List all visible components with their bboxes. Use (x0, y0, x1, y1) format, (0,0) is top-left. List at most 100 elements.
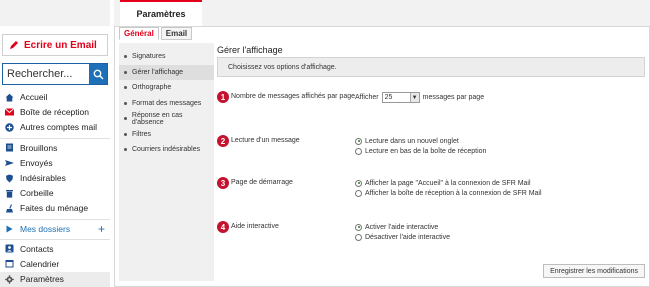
tab-parametres[interactable]: Paramètres (120, 0, 202, 26)
main-area: Paramètres Général Email Signatures Gére… (114, 0, 650, 287)
radio-label: Lecture en bas de la boîte de réception (365, 147, 487, 155)
add-folder-button[interactable]: + (98, 223, 105, 235)
radio-label: Désactiver l'aide interactive (365, 233, 450, 241)
sidebar-item-label: Faites du ménage (20, 203, 89, 214)
sidebar-item-accueil[interactable]: Accueil (0, 90, 110, 105)
section-label: Aide interactive (231, 223, 279, 230)
sidebar-item-parametres[interactable]: Paramètres (0, 272, 110, 287)
sidebar-item-label: Paramètres (20, 274, 64, 285)
settings-nav-label: Gérer l'affichage (132, 68, 184, 76)
tab-email[interactable]: Email (160, 27, 193, 40)
radio-button[interactable] (355, 179, 362, 187)
envelope-icon (5, 108, 14, 117)
settings-nav-label: Signatures (132, 53, 166, 61)
radio-option[interactable]: Lecture dans un nouvel onglet (355, 136, 486, 146)
sidebar-item-contacts[interactable]: Contacts (0, 242, 110, 257)
settings-content: Gérer l'affichage Choisissez vos options… (217, 43, 649, 286)
sidebar-item-envoyes[interactable]: Envoyés (0, 156, 110, 171)
top-bar: Paramètres (114, 0, 650, 26)
compose-label: Ecrire un Email (24, 39, 97, 51)
radio-option[interactable]: Afficher la boîte de réception à la conn… (355, 188, 542, 198)
subtab-bar: Général Email (119, 27, 194, 41)
draft-icon (5, 143, 14, 152)
radio-option[interactable]: Désactiver l'aide interactive (355, 232, 450, 242)
bullet-icon (124, 148, 127, 152)
sidebar-item-brouillons[interactable]: Brouillons (0, 141, 110, 156)
sidebar-item-label: Accueil (20, 92, 48, 103)
settings-nav-label: Filtres (132, 130, 152, 138)
sidebar-divider (0, 238, 110, 240)
settings-nav-label: Réponse en cas d'absence (131, 111, 183, 126)
pencil-icon (10, 41, 18, 49)
sidebar-item-autres-comptes[interactable]: Autres comptes mail (0, 120, 110, 135)
radio-option[interactable]: Lecture en bas de la boîte de réception (355, 146, 486, 156)
sidebar-item-corbeille[interactable]: Corbeille (0, 186, 110, 201)
sidebar-item-label: Indésirables (20, 173, 66, 184)
contacts-icon (5, 244, 14, 253)
settings-nav-signatures[interactable]: Signatures (119, 49, 214, 65)
sidebar-item-indesirables[interactable]: Indésirables (0, 171, 110, 186)
radio-option[interactable]: Activer l'aide interactive (355, 222, 450, 232)
sidebar: Ecrire un Email Accueil Boîte de récepti… (0, 0, 110, 287)
calendar-icon (5, 259, 14, 268)
radio-button[interactable] (355, 223, 362, 231)
sidebar-item-boite-reception[interactable]: Boîte de réception (0, 105, 110, 120)
sidebar-divider (0, 218, 110, 220)
settings-nav-absence[interactable]: Réponse en cas d'absence (119, 111, 214, 127)
sidebar-item-label: Mes dossiers (20, 223, 71, 234)
sidebar-item-calendrier[interactable]: Calendrier (0, 257, 110, 272)
sidebar-item-label: Contacts (20, 243, 54, 254)
radio-label: Afficher la boîte de réception à la conn… (365, 189, 542, 197)
bullet-icon (124, 55, 127, 59)
info-box: Choisissez vos options d'affichage. (217, 57, 645, 77)
radio-button[interactable] (355, 137, 362, 145)
broom-icon (5, 204, 14, 213)
settings-nav-orthographe[interactable]: Orthographe (119, 80, 214, 96)
radio-option[interactable]: Afficher la page "Accueil" à la connexio… (355, 178, 542, 188)
search-icon (93, 69, 104, 80)
home-icon (5, 93, 14, 102)
sidebar-item-mes-dossiers[interactable]: Mes dossiers + (0, 222, 110, 237)
settings-nav-format[interactable]: Format des messages (119, 96, 214, 112)
step-badge: 4 (217, 221, 229, 233)
page-title: Gérer l'affichage (217, 45, 283, 55)
settings-nav-filtres[interactable]: Filtres (119, 127, 214, 143)
select-suffix: messages par page (422, 94, 485, 101)
settings-nav-affichage[interactable]: Gérer l'affichage (119, 64, 214, 80)
sidebar-item-menage[interactable]: Faites du ménage (0, 201, 110, 216)
sidebar-item-label: Corbeille (20, 188, 54, 199)
compose-button[interactable]: Ecrire un Email (2, 34, 108, 56)
radio-label: Lecture dans un nouvel onglet (365, 137, 459, 145)
step-badge: 1 (217, 91, 229, 103)
bullet-icon (124, 86, 127, 90)
radio-button[interactable] (355, 189, 362, 197)
radio-button[interactable] (355, 147, 362, 155)
aide-options: Activer l'aide interactive Désactiver l'… (355, 222, 450, 242)
sidebar-item-label: Autres comptes mail (20, 122, 97, 133)
bullet-icon (124, 132, 127, 136)
settings-nav-label: Orthographe (132, 84, 172, 92)
messages-per-page-select[interactable]: 25 ▼ (381, 92, 420, 103)
messages-per-page-control: Afficher 25 ▼ messages par page (355, 92, 484, 103)
search-box (2, 63, 108, 85)
search-button[interactable] (89, 64, 107, 84)
tab-general[interactable]: Général (119, 27, 159, 40)
sidebar-item-label: Boîte de réception (20, 107, 89, 118)
search-input[interactable] (3, 64, 89, 84)
settings-nav-label: Courriers indésirables (132, 146, 201, 154)
demarrage-options: Afficher la page "Accueil" à la connexio… (355, 178, 542, 198)
settings-nav-indesirables[interactable]: Courriers indésirables (119, 142, 214, 158)
chevron-down-icon: ▼ (409, 93, 419, 102)
plus-circle-icon (5, 123, 14, 132)
settings-panel: Général Email Signatures Gérer l'afficha… (114, 26, 650, 287)
shield-icon (5, 174, 14, 183)
sent-icon (5, 158, 14, 167)
bullet-icon (124, 117, 127, 121)
sidebar-divider (0, 137, 110, 139)
gear-icon (5, 274, 14, 284)
save-button[interactable]: Enregistrer les modifications (543, 264, 645, 278)
sidebar-item-label: Brouillons (20, 142, 58, 153)
radio-label: Afficher la page "Accueil" à la connexio… (365, 179, 531, 187)
radio-button[interactable] (355, 233, 362, 241)
bullet-icon (124, 70, 127, 74)
